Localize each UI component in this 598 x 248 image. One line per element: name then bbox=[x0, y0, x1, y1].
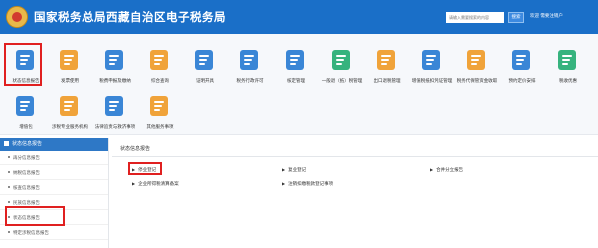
content-link-label: 复业登记 bbox=[288, 168, 307, 173]
pricing-icon bbox=[512, 50, 530, 70]
menu-square-icon bbox=[4, 140, 9, 146]
menu-tile[interactable]: 增值包 bbox=[6, 91, 46, 135]
highlight-box-status-report-tile bbox=[4, 43, 42, 86]
menu-tile[interactable]: 法律追责与救济事项 bbox=[95, 91, 135, 135]
sidebar-header-label: 状态信息报告 bbox=[12, 141, 43, 147]
content-divider bbox=[112, 156, 598, 157]
export-refund-icon bbox=[377, 50, 395, 70]
query-icon bbox=[150, 50, 168, 70]
menu-tile-label: 税收优惠 bbox=[559, 79, 577, 84]
menu-tile[interactable]: 增值税抵扣凭证管理 bbox=[412, 45, 452, 89]
sidebar: 状态信息报告 再分信息报告 纳税信息报告 核查信息报告 民族信息报告 状态信息报告 特定涉… bbox=[0, 138, 109, 248]
sidebar-item[interactable]: 纳税信息报告 bbox=[0, 167, 108, 180]
service-menu: 状态信息报告 发票使用 税费申报及缴纳 综合查询 证明开具 税务行政许可 核定管理 一般退（抵… bbox=[0, 34, 598, 135]
content-panel: 状态信息报告 ▶ 停业登记 ▶ 复业登记 ▶ 合并分立报告 ▶ 企业所得税清算备案 ▶ 注销扣缴税… bbox=[112, 138, 598, 248]
menu-tile[interactable]: 税费申报及缴纳 bbox=[95, 45, 135, 89]
menu-tile-label: 核定管理 bbox=[287, 79, 305, 84]
sidebar-item-label: 再分信息报告 bbox=[13, 156, 40, 161]
triangle-right-icon: ▶ bbox=[282, 167, 286, 172]
menu-tile[interactable]: 发票使用 bbox=[50, 45, 90, 89]
menu-tile-label: 预约定价安排 bbox=[508, 79, 536, 84]
menu-tile[interactable]: 税务行政许可 bbox=[230, 45, 270, 89]
user-greeting[interactable]: 欢迎 需要注销户 bbox=[530, 13, 563, 19]
menu-tile[interactable]: 预约定价安排 bbox=[502, 45, 542, 89]
legal-icon bbox=[105, 96, 123, 116]
highlight-box-suspend-registration bbox=[128, 162, 162, 175]
content-link[interactable]: ▶ 复业登记 bbox=[282, 167, 306, 173]
agency-icon bbox=[60, 96, 78, 116]
menu-tile[interactable]: 涉税专业服务机构 bbox=[50, 91, 90, 135]
menu-tile[interactable]: 核定管理 bbox=[276, 45, 316, 89]
menu-tile[interactable]: 综合查询 bbox=[140, 45, 180, 89]
content-title: 状态信息报告 bbox=[120, 146, 151, 152]
sidebar-item[interactable]: 核查信息报告 bbox=[0, 182, 108, 195]
triangle-right-icon: ▶ bbox=[430, 167, 434, 172]
triangle-right-icon: ▶ bbox=[282, 181, 286, 186]
sidebar-item[interactable]: 特定涉税信息报告 bbox=[0, 227, 108, 240]
menu-tile-label: 其他服务事项 bbox=[146, 125, 174, 130]
triangle-right-icon: ▶ bbox=[132, 181, 136, 186]
sidebar-header: 状态信息报告 bbox=[0, 138, 108, 151]
tax-emblem-icon bbox=[6, 6, 28, 28]
menu-tile-label: 税务行政许可 bbox=[236, 79, 264, 84]
sidebar-item-label: 核查信息报告 bbox=[13, 186, 40, 191]
content-link-label: 注销扣缴税款登记事项 bbox=[288, 182, 334, 187]
content-link-label: 企业所得税清算备案 bbox=[138, 182, 179, 187]
approval-icon bbox=[286, 50, 304, 70]
content-link[interactable]: ▶ 合并分立报告 bbox=[430, 167, 463, 173]
sidebar-item-label: 特定涉税信息报告 bbox=[13, 231, 49, 236]
bullet-icon bbox=[8, 171, 10, 173]
content-link[interactable]: ▶ 企业所得税清算备案 bbox=[132, 181, 179, 187]
menu-tile[interactable]: 税收优惠 bbox=[548, 45, 588, 89]
tax-declare-icon bbox=[105, 50, 123, 70]
package-icon bbox=[16, 96, 34, 116]
menu-tile[interactable]: 税务代保管资金收取 bbox=[457, 45, 497, 89]
search-input[interactable] bbox=[446, 12, 504, 23]
sidebar-item[interactable]: 再分信息报告 bbox=[0, 152, 108, 165]
menu-tile[interactable]: 一般退（抵）税管理 bbox=[322, 45, 362, 89]
vat-voucher-icon bbox=[422, 50, 440, 70]
bullet-icon bbox=[8, 156, 10, 158]
fund-icon bbox=[467, 50, 485, 70]
bullet-icon bbox=[8, 231, 10, 233]
menu-tile[interactable]: 出口退税管理 bbox=[367, 45, 407, 89]
invoice-icon bbox=[60, 50, 78, 70]
menu-tile[interactable]: 证明开具 bbox=[185, 45, 225, 89]
menu-tile[interactable]: 其他服务事项 bbox=[140, 91, 180, 135]
search-button[interactable]: 搜索 bbox=[508, 12, 524, 23]
bullet-icon bbox=[8, 186, 10, 188]
content-link[interactable]: ▶ 注销扣缴税款登记事项 bbox=[282, 181, 333, 187]
refund-icon bbox=[332, 50, 350, 70]
bullet-icon bbox=[8, 201, 10, 203]
permit-icon bbox=[240, 50, 258, 70]
site-title: 国家税务总局西藏自治区电子税务局 bbox=[34, 10, 226, 24]
top-header-bar: 国家税务总局西藏自治区电子税务局 搜索 欢迎 需要注销户 bbox=[0, 0, 598, 34]
certificate-icon bbox=[195, 50, 213, 70]
content-link-label: 合并分立报告 bbox=[436, 168, 464, 173]
credit-icon bbox=[558, 50, 576, 70]
handshake-icon bbox=[150, 96, 168, 116]
sidebar-item-label: 纳税信息报告 bbox=[13, 171, 40, 176]
highlight-box-sidebar-item bbox=[5, 206, 65, 226]
